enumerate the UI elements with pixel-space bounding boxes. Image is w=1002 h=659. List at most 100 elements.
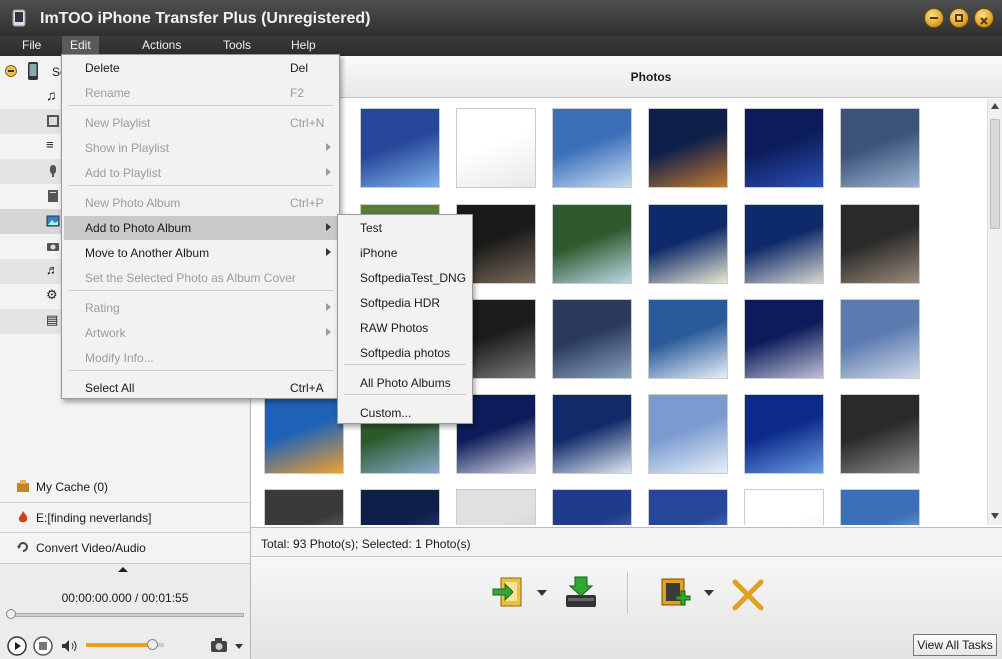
menu-item-move-to-another-album[interactable]: Move to Another Album (64, 241, 337, 265)
menu-item-label: Rating (85, 301, 120, 315)
photo-thumbnail[interactable] (840, 489, 920, 525)
view-all-tasks-button[interactable]: View All Tasks (913, 634, 997, 656)
submenu-arrow-icon (326, 168, 331, 176)
photo-thumbnail[interactable] (744, 489, 824, 525)
export-to-device-button[interactable] (491, 575, 525, 609)
album-item-softpedia-photos[interactable]: Softpedia photos (340, 341, 470, 365)
volume-icon[interactable] (61, 639, 79, 653)
album-item-label: Test (360, 221, 383, 235)
album-item-raw-photos[interactable]: RAW Photos (340, 316, 470, 340)
photo-icon (46, 215, 60, 227)
photo-thumbnail[interactable] (648, 394, 728, 474)
album-item-custom[interactable]: Custom... (340, 401, 470, 425)
photo-thumbnail[interactable] (648, 204, 728, 284)
edit-menu: Delete Del Rename F2 New Playlist Ctrl+N Show … (61, 54, 340, 399)
film-icon (47, 115, 59, 127)
stop-button[interactable] (33, 636, 53, 656)
my-cache-item[interactable]: My Cache (0) (0, 472, 250, 502)
photo-thumbnail[interactable] (744, 204, 824, 284)
close-button[interactable] (974, 8, 994, 28)
menu-item-label: Set the Selected Photo as Album Cover (85, 271, 296, 285)
photo-thumbnail[interactable] (264, 394, 344, 474)
photo-thumbnail[interactable] (264, 489, 344, 525)
menu-help[interactable]: Help (291, 38, 316, 52)
photo-thumbnail[interactable] (360, 489, 440, 525)
menu-item-shortcut: Del (290, 61, 309, 75)
photo-thumbnail[interactable] (456, 489, 536, 525)
menu-file[interactable]: File (22, 38, 41, 52)
photo-thumbnail[interactable] (744, 108, 824, 188)
menu-separator (68, 290, 334, 291)
photo-thumbnail[interactable] (552, 204, 632, 284)
menu-item-show-in-playlist: Show in Playlist (64, 136, 337, 160)
scroll-down-icon[interactable] (991, 513, 999, 519)
menu-item-rename: Rename F2 (64, 81, 337, 105)
export-to-pc-button[interactable] (564, 575, 598, 609)
photo-thumbnail[interactable] (744, 299, 824, 379)
vertical-scrollbar[interactable] (987, 99, 1002, 525)
menu-item-delete[interactable]: Delete Del (64, 56, 337, 80)
add-files-button[interactable] (659, 575, 693, 609)
scroll-thumb[interactable] (990, 119, 1000, 229)
menu-item-select-all[interactable]: Select All Ctrl+A (64, 376, 337, 400)
seek-bar[interactable] (8, 613, 244, 617)
convert-item[interactable]: Convert Video/Audio (0, 532, 250, 562)
album-item-label: All Photo Albums (360, 376, 451, 390)
book-icon (48, 190, 58, 202)
album-item-test[interactable]: Test (340, 216, 470, 240)
burn-drive-item[interactable]: E:[finding neverlands] (0, 502, 250, 532)
scroll-up-icon[interactable] (991, 103, 999, 109)
export-dropdown-icon[interactable] (537, 590, 547, 596)
photo-thumbnail[interactable] (552, 108, 632, 188)
volume-handle[interactable] (147, 639, 158, 650)
music-icon: ♫ (46, 87, 57, 103)
delete-button[interactable] (731, 578, 765, 612)
menu-edit[interactable]: Edit (62, 36, 99, 56)
menu-item-set-the-selected-photo-as-album-cover: Set the Selected Photo as Album Cover (64, 266, 337, 290)
photo-thumbnail[interactable] (744, 394, 824, 474)
player-time: 00:00:00.000 / 00:01:55 (61, 591, 189, 605)
album-item-softpediatest-dng[interactable]: SoftpediaTest_DNG (340, 266, 470, 290)
menu-item-label: Add to Playlist (85, 166, 162, 180)
app-store-icon: ⚙ (46, 287, 58, 302)
photo-thumbnail[interactable] (840, 108, 920, 188)
album-item-label: Custom... (360, 406, 412, 420)
play-button[interactable] (7, 636, 27, 656)
menu-item-add-to-photo-album[interactable]: Add to Photo Album (64, 216, 337, 240)
photo-thumbnail[interactable] (648, 108, 728, 188)
media-player: 00:00:00.000 / 00:01:55 (0, 563, 250, 659)
album-item-softpedia-hdr[interactable]: Softpedia HDR (340, 291, 470, 315)
photo-thumbnail[interactable] (456, 108, 536, 188)
snapshot-icon[interactable] (210, 637, 228, 653)
maximize-icon (955, 14, 963, 22)
photo-thumbnail[interactable] (648, 299, 728, 379)
photos-title: Photos (630, 70, 672, 84)
menu-item-add-to-playlist: Add to Playlist (64, 161, 337, 185)
photo-thumbnail[interactable] (648, 489, 728, 525)
add-dropdown-icon[interactable] (704, 590, 714, 596)
album-item-all-photo-albums[interactable]: All Photo Albums (340, 371, 470, 395)
submenu-arrow-icon (326, 248, 331, 256)
submenu-arrow-icon (326, 303, 331, 311)
snapshot-dropdown-icon[interactable] (235, 644, 243, 649)
expand-arrow-icon[interactable] (118, 567, 128, 572)
menu-separator (68, 370, 334, 371)
photo-thumbnail[interactable] (552, 394, 632, 474)
seek-handle[interactable] (6, 609, 16, 619)
menu-item-label: New Playlist (85, 116, 151, 130)
menu-actions[interactable]: Actions (142, 38, 181, 52)
photo-thumbnail[interactable] (840, 299, 920, 379)
maximize-button[interactable] (949, 8, 969, 28)
photo-thumbnail[interactable] (360, 108, 440, 188)
notes-icon: ▤ (46, 312, 59, 327)
photo-thumbnail[interactable] (552, 299, 632, 379)
photo-thumbnail[interactable] (840, 204, 920, 284)
menu-tools[interactable]: Tools (223, 38, 251, 52)
photo-thumbnail[interactable] (840, 394, 920, 474)
collapse-icon[interactable] (5, 65, 17, 77)
minimize-button[interactable] (924, 8, 944, 28)
bottom-toolbar: View All Tasks (251, 558, 1002, 659)
photo-thumbnail[interactable] (552, 489, 632, 525)
menu-item-new-photo-album: New Photo Album Ctrl+P (64, 191, 337, 215)
album-item-iphone[interactable]: iPhone (340, 241, 470, 265)
